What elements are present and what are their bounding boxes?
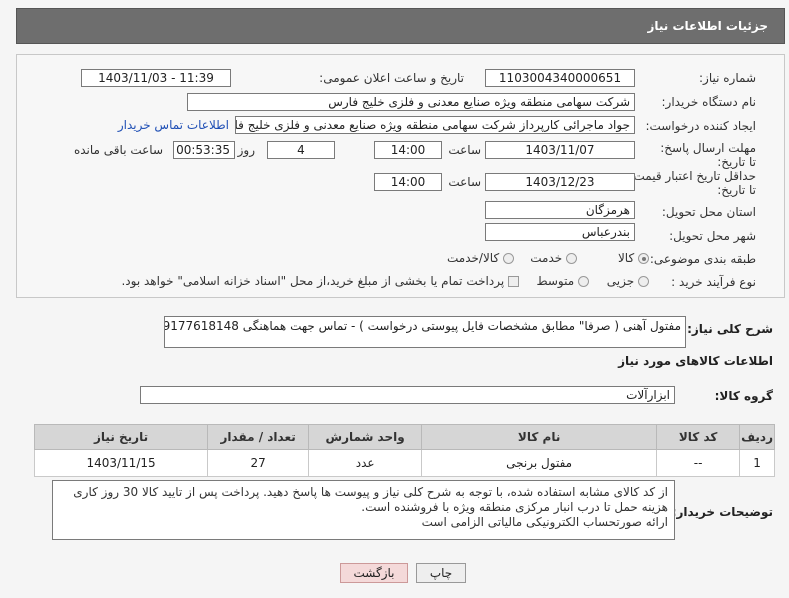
summary-label: شرح کلی نیاز: <box>687 322 773 336</box>
process-minor-text: جزیی <box>606 274 635 288</box>
category-goods-text: کالا <box>617 251 635 265</box>
announce-datetime-value: 1403/11/03 - 11:39 <box>98 71 214 85</box>
category-option-goods[interactable]: کالا <box>618 251 649 265</box>
row-number-cell: 1 <box>739 449 775 477</box>
back-button[interactable]: بازگشت <box>340 563 408 583</box>
goods-table-header: ردیف کد کالا نام کالا واحد شمارش تعداد /… <box>33 424 775 450</box>
category-goods-service-text: کالا/خدمت <box>446 251 500 265</box>
remaining-days-field[interactable]: 4 <box>267 141 335 159</box>
goods-group-label: گروه کالا: <box>714 389 773 403</box>
category-service-text: خدمت <box>530 251 563 265</box>
quantity-cell: 27 <box>207 449 310 477</box>
city-label: شهر محل تحویل: <box>669 229 756 243</box>
unit-cell: عدد <box>308 449 423 477</box>
buyer-notes-field[interactable]: از کد کالای مشابه استفاده شده، با توجه ب… <box>52 480 675 540</box>
remaining-time-field[interactable]: 00:53:35 <box>173 141 235 159</box>
process-minor-radio[interactable] <box>638 276 649 287</box>
treasury-payment-option[interactable]: پرداخت تمام یا بخشی از مبلغ خرید،از محل … <box>121 274 519 288</box>
col-quantity: تعداد / مقدار <box>207 424 310 450</box>
remaining-label: ساعت باقی مانده <box>73 143 163 157</box>
need-details-panel: شماره نیاز: 1103004340000651 تاریخ و ساع… <box>16 54 785 298</box>
treasury-payment-checkbox[interactable] <box>508 276 519 287</box>
goods-table: ردیف کد کالا نام کالا واحد شمارش تعداد /… <box>33 424 775 477</box>
category-service-radio[interactable] <box>566 253 577 264</box>
category-option-service[interactable]: خدمت <box>530 251 577 265</box>
deadline-time-label: ساعت <box>448 143 481 157</box>
deadline-time-field[interactable]: 14:00 <box>374 141 442 159</box>
goods-section-title: اطلاعات کالاهای مورد نیاز <box>618 354 773 368</box>
buyer-org-label: نام دستگاه خریدار: <box>661 95 757 109</box>
category-option-goods-service[interactable]: کالا/خدمت <box>447 251 514 265</box>
buyer-notes-line-1: از کد کالای مشابه استفاده شده، با توجه ب… <box>73 485 668 499</box>
category-label: طبقه بندی موضوعی: <box>649 252 756 266</box>
validity-label: حداقل تاریخ اعتبار قیمت: تا تاریخ: <box>629 169 756 197</box>
col-row-number: ردیف <box>739 424 775 450</box>
buyer-org-field[interactable]: شرکت سهامی منطقه ویژه صنایع معدنی و فلزی… <box>187 93 635 111</box>
col-item-code: کد کالا <box>656 424 741 450</box>
requester-label: ایجاد کننده درخواست: <box>645 119 756 133</box>
print-button[interactable]: چاپ <box>416 563 466 583</box>
page-title: جزئیات اطلاعات نیاز <box>647 19 768 33</box>
need-number-label: شماره نیاز: <box>699 71 756 85</box>
category-goods-service-radio[interactable] <box>503 253 514 264</box>
process-option-medium[interactable]: متوسط <box>536 274 589 288</box>
validity-time-field[interactable]: 14:00 <box>374 173 442 191</box>
deadline-label: مهلت ارسال پاسخ: تا تاریخ: <box>660 141 756 169</box>
need-date-cell: 1403/11/15 <box>33 449 209 477</box>
province-field[interactable]: هرمزگان <box>485 201 635 219</box>
process-medium-radio[interactable] <box>578 276 589 287</box>
requester-field[interactable]: جواد ماجرائی کارپرداز شرکت سهامی منطقه و… <box>235 116 635 134</box>
process-medium-text: متوسط <box>536 274 575 288</box>
process-option-minor[interactable]: جزیی <box>607 274 649 288</box>
announce-label: تاریخ و ساعت اعلان عمومی: <box>319 71 464 85</box>
col-need-date: تاریخ نیاز <box>33 424 209 450</box>
buyer-notes-line-2: هزینه حمل تا درب انبار مرکزی منطقه ویژه … <box>361 500 668 514</box>
goods-group-field[interactable]: ابزارآلات <box>140 386 675 404</box>
buyer-contact-link[interactable]: اطلاعات تماس خریدار <box>118 118 229 132</box>
item-code-cell: -- <box>656 449 741 477</box>
buyer-notes-line-3: ارائه صورتحساب الکترونیکی مالیاتی الزامی… <box>421 515 668 529</box>
validity-time-label: ساعت <box>448 175 481 189</box>
col-unit: واحد شمارش <box>308 424 423 450</box>
page-header: جزئیات اطلاعات نیاز <box>16 8 785 44</box>
buyer-notes-label: توضیحات خریدار: <box>671 505 773 519</box>
col-item-name: نام کالا <box>421 424 658 450</box>
summary-field[interactable]: مفتول آهنی ( صرفا" مطابق مشخصات فایل پیو… <box>164 316 686 348</box>
treasury-payment-text: پرداخت تمام یا بخشی از مبلغ خرید،از محل … <box>121 274 505 288</box>
item-name-cell: مفتول برنجی <box>421 449 658 477</box>
validity-date-field[interactable]: 1403/12/23 <box>485 173 635 191</box>
process-label: نوع فرآیند خرید : <box>671 275 756 289</box>
city-field[interactable]: بندرعباس <box>485 223 635 241</box>
announce-datetime-field[interactable]: 1403/11/03 - 11:39 <box>81 69 231 87</box>
table-row[interactable]: 1 -- مفتول برنجی عدد 27 1403/11/15 <box>33 449 775 477</box>
deadline-date-field[interactable]: 1403/11/07 <box>485 141 635 159</box>
need-number-field[interactable]: 1103004340000651 <box>485 69 635 87</box>
category-goods-radio[interactable] <box>638 253 649 264</box>
province-label: استان محل تحویل: <box>661 205 756 219</box>
